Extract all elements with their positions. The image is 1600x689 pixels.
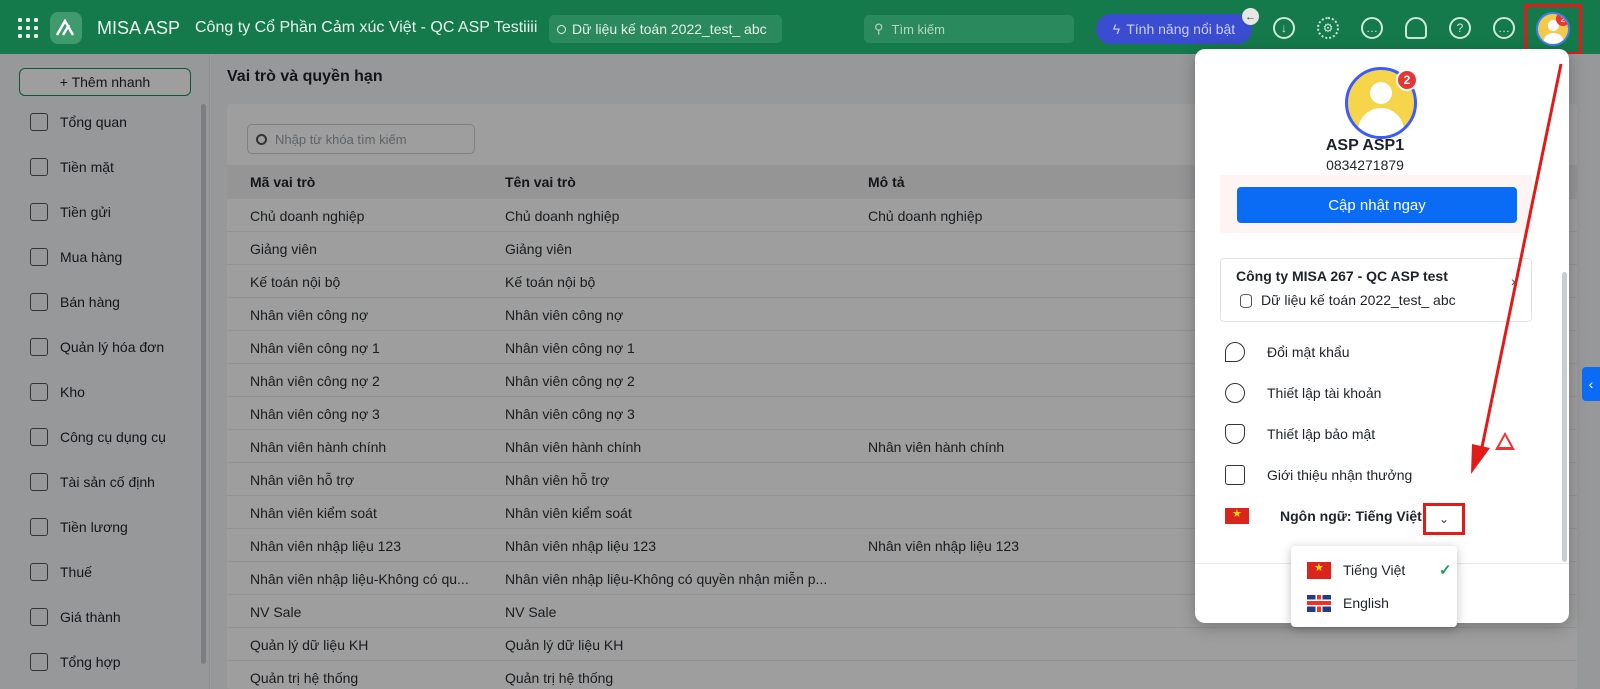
misa-logo[interactable] (50, 12, 82, 44)
uk-flag-icon (1307, 594, 1331, 612)
profile-phone: 0834271879 (1326, 157, 1404, 173)
bell-icon[interactable] (1405, 17, 1427, 39)
vietnam-flag-icon (1225, 507, 1249, 524)
collapse-arrow-icon[interactable]: ← (1242, 8, 1259, 25)
database-icon (1240, 294, 1252, 308)
company-switcher-name: Công ty MISA 267 - QC ASP test (1236, 268, 1448, 284)
profile-name: ASP ASP1 (1325, 137, 1405, 154)
help-icon[interactable]: ? (1449, 17, 1471, 39)
warning-icon (1495, 432, 1515, 450)
chevron-right-icon: › (1511, 273, 1516, 289)
shield-icon (1225, 424, 1245, 444)
database-label: Dữ liệu kế toán 2022_test_ abc (572, 21, 767, 37)
language-option-vietnamese[interactable]: Tiếng Việt ✓ (1307, 558, 1452, 582)
menu-referral[interactable]: Giới thiệu nhận thưởng (1225, 463, 1412, 487)
apps-grid-icon[interactable] (18, 18, 38, 38)
menu-account-settings[interactable]: Thiết lập tài khoản (1225, 381, 1381, 405)
top-bar: MISA ASP Công ty Cổ Phần Cảm xúc Việt - … (0, 0, 1600, 55)
profile-badge: 2 (1396, 69, 1418, 91)
company-name[interactable]: Công ty Cổ Phần Cảm xúc Việt - QC ASP Te… (195, 19, 537, 37)
chevron-left-icon: ‹ (1588, 376, 1594, 392)
user-circle-icon (1225, 383, 1245, 403)
company-switcher[interactable]: Công ty MISA 267 - QC ASP test Dữ liệu k… (1220, 258, 1532, 322)
key-icon (1225, 342, 1245, 362)
check-icon: ✓ (1439, 562, 1452, 579)
menu-security-settings[interactable]: Thiết lập bảo mật (1225, 422, 1375, 446)
annotation-highlight-avatar (1524, 4, 1582, 55)
chevron-down-icon: ⌄ (1438, 512, 1450, 526)
language-dropdown: Tiếng Việt ✓ English (1291, 546, 1457, 627)
gear-icon[interactable]: ⚙ (1317, 17, 1339, 39)
search-placeholder: Tìm kiếm (891, 21, 945, 37)
featured-features-button[interactable]: ϟ Tính năng nổi bật (1096, 14, 1252, 44)
vietnam-flag-icon (1307, 561, 1331, 579)
database-icon (557, 24, 566, 34)
side-panel-toggle[interactable]: ‹ (1582, 367, 1600, 401)
company-switcher-db: Dữ liệu kế toán 2022_test_ abc (1261, 292, 1456, 308)
profile-panel: 2 ASP ASP1 0834271879 Cập nhật ngay Công… (1195, 49, 1569, 623)
more-icon[interactable]: … (1493, 17, 1515, 39)
language-option-english[interactable]: English (1307, 591, 1447, 615)
global-search-input[interactable]: ⚲ Tìm kiếm (864, 15, 1074, 43)
gift-icon (1225, 465, 1245, 485)
featured-features-label: Tính năng nổi bật (1126, 21, 1236, 37)
database-selector[interactable]: Dữ liệu kế toán 2022_test_ abc (549, 15, 782, 43)
update-now-button[interactable]: Cập nhật ngay (1237, 187, 1517, 223)
language-dropdown-toggle[interactable]: ⌄ (1423, 503, 1465, 535)
lightning-icon: ϟ (1112, 21, 1121, 37)
panel-scrollbar[interactable] (1562, 272, 1567, 562)
brand-name: MISA ASP (97, 18, 181, 38)
chat-icon[interactable]: … (1361, 17, 1383, 39)
search-icon: ⚲ (874, 21, 884, 36)
menu-change-password[interactable]: Đổi mật khẩu (1225, 340, 1349, 364)
language-selector[interactable]: Ngôn ngữ: Tiếng Việt (1225, 504, 1525, 528)
download-icon[interactable]: ↓ (1273, 17, 1295, 39)
language-label: Ngôn ngữ: Tiếng Việt (1280, 508, 1422, 524)
